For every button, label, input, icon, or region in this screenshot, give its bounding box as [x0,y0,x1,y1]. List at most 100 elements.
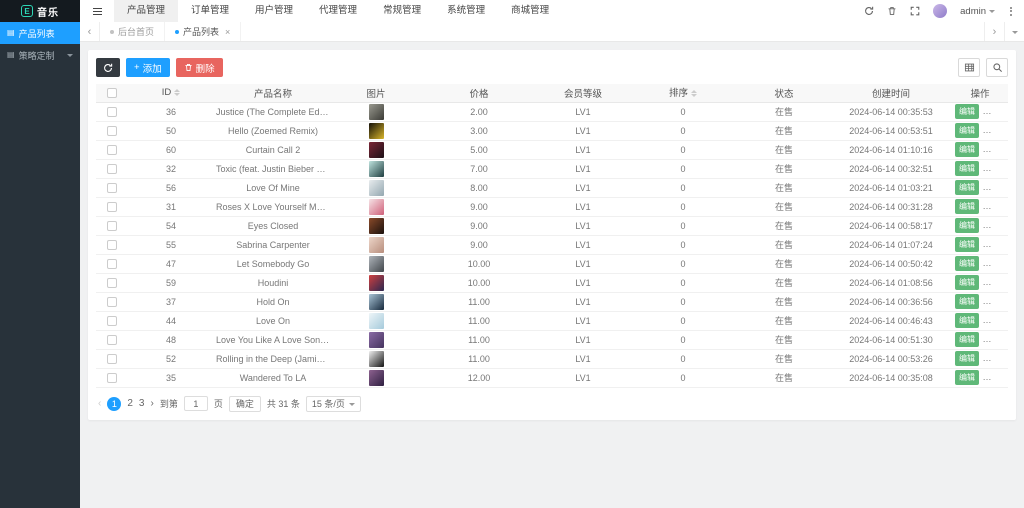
delete-button[interactable]: 删除 [983,275,1008,290]
refresh-button[interactable] [96,58,120,77]
row-checkbox[interactable] [107,277,117,288]
delete-button[interactable]: 删除 [983,199,1008,214]
delete-button[interactable]: 删除 [983,161,1008,176]
column-header[interactable]: 会员等级 [538,84,628,103]
page-number[interactable]: 3 [139,398,145,409]
row-checkbox[interactable] [107,220,117,231]
delete-button[interactable]: 删除 [983,218,1008,233]
edit-button[interactable]: 编辑 [955,218,979,233]
row-checkbox[interactable] [107,372,117,383]
page-number[interactable]: 2 [127,398,133,409]
select-all-checkbox[interactable] [107,87,117,98]
row-checkbox[interactable] [107,201,117,212]
clear-cache-icon[interactable] [887,6,897,16]
album-thumbnail[interactable] [368,198,384,215]
row-checkbox[interactable] [107,106,117,117]
tab[interactable]: 后台首页 [100,22,166,41]
album-thumbnail[interactable] [368,122,384,139]
delete-button[interactable]: 删除 [983,180,1008,195]
tabs-scroll-left-icon[interactable]: ‹ [80,22,100,41]
album-thumbnail[interactable] [368,331,384,348]
column-header[interactable]: 价格 [420,84,538,103]
edit-button[interactable]: 编辑 [955,142,979,157]
top-nav-item[interactable]: 代理管理 [306,0,370,22]
row-checkbox[interactable] [107,315,117,326]
edit-button[interactable]: 编辑 [955,180,979,195]
delete-button[interactable]: 删除 [983,104,1008,119]
delete-button[interactable]: 删除 [983,237,1008,252]
delete-button[interactable]: 删除 [983,332,1008,347]
page-next-icon[interactable]: › [150,398,153,409]
album-thumbnail[interactable] [368,141,384,158]
row-checkbox[interactable] [107,258,117,269]
album-thumbnail[interactable] [368,293,384,310]
delete-button[interactable]: 删除 [983,142,1008,157]
top-nav-item[interactable]: 产品管理 [114,0,179,22]
top-nav-item[interactable]: 系统管理 [434,0,498,22]
edit-button[interactable]: 编辑 [955,199,979,214]
row-checkbox[interactable] [107,163,117,174]
top-nav-item[interactable]: 常规管理 [370,0,434,22]
album-thumbnail[interactable] [368,103,384,120]
sidebar-item[interactable]: ▤ 策略定制 [0,44,80,66]
album-thumbnail[interactable] [368,274,384,291]
column-header[interactable]: 图片 [332,84,420,103]
edit-button[interactable]: 编辑 [955,351,979,366]
per-page-select[interactable]: 15 条/页 [305,395,361,412]
edit-button[interactable]: 编辑 [955,123,979,138]
album-thumbnail[interactable] [368,312,384,329]
page-number[interactable]: 1 [107,396,122,411]
edit-button[interactable]: 编辑 [955,237,979,252]
edit-button[interactable]: 编辑 [955,256,979,271]
delete-button[interactable]: 删除 [983,123,1008,138]
album-thumbnail[interactable] [368,369,384,386]
album-thumbnail[interactable] [368,350,384,367]
menu-toggle-icon[interactable] [80,0,114,22]
edit-button[interactable]: 编辑 [955,104,979,119]
avatar[interactable] [933,4,948,18]
fullscreen-icon[interactable] [910,6,920,16]
tabs-menu-icon[interactable] [1004,22,1024,41]
search-button[interactable] [986,58,1008,77]
app-logo[interactable]: E 音乐 [0,0,80,22]
delete-button[interactable]: 删除 [983,370,1008,385]
edit-button[interactable]: 编辑 [955,332,979,347]
user-menu[interactable]: admin [960,6,995,17]
tab[interactable]: 产品列表 × [165,22,242,41]
top-nav-item[interactable]: 订单管理 [178,0,242,22]
row-checkbox[interactable] [107,144,117,155]
tab-close-icon[interactable]: × [225,27,230,37]
row-checkbox[interactable] [107,239,117,250]
page-prev-icon[interactable]: ‹ [98,398,101,409]
delete-button[interactable]: 删除 [983,313,1008,328]
page-jump-confirm-button[interactable]: 确定 [228,395,261,412]
tabs-scroll-right-icon[interactable]: › [984,22,1004,41]
top-nav-item[interactable]: 商城管理 [498,0,562,22]
album-thumbnail[interactable] [368,179,384,196]
album-thumbnail[interactable] [368,160,384,177]
page-jump-input[interactable] [183,396,208,411]
edit-button[interactable]: 编辑 [955,370,979,385]
album-thumbnail[interactable] [368,255,384,272]
edit-button[interactable]: 编辑 [955,294,979,309]
column-header[interactable]: ID [128,84,214,103]
album-thumbnail[interactable] [368,236,384,253]
delete-button[interactable]: 删除 [983,351,1008,366]
add-button[interactable]: + 添加 [126,58,170,77]
column-header[interactable]: 产品名称 [214,84,332,103]
delete-button[interactable]: 删除 [983,256,1008,271]
row-checkbox[interactable] [107,353,117,364]
row-checkbox[interactable] [107,334,117,345]
refresh-icon[interactable] [864,6,874,16]
top-nav-item[interactable]: 用户管理 [242,0,306,22]
column-header[interactable]: 状态 [738,84,830,103]
sidebar-item[interactable]: ▤ 产品列表 [0,22,80,44]
edit-button[interactable]: 编辑 [955,275,979,290]
row-checkbox[interactable] [107,296,117,307]
row-checkbox[interactable] [107,182,117,193]
edit-button[interactable]: 编辑 [955,161,979,176]
batch-delete-button[interactable]: 删除 [175,58,223,77]
column-header[interactable]: 操作 [952,84,1008,103]
album-thumbnail[interactable] [368,217,384,234]
sort-icons[interactable] [691,87,697,100]
